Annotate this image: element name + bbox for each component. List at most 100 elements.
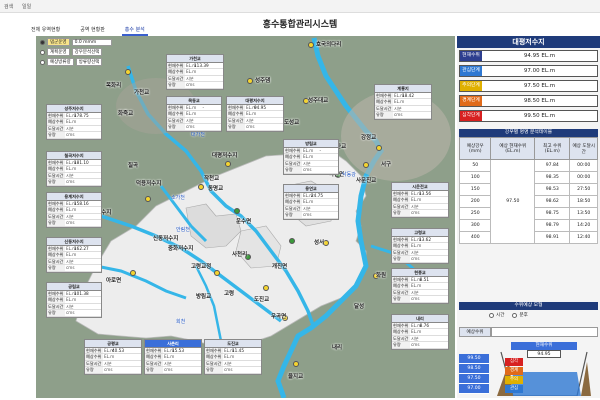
station-panel[interactable]: 용계저수지 현재수위 EL.m 158.16 예상수위 EL.m 도달시간 시분 유량 c… [46,192,102,228]
station-panel[interactable]: 계룡지 현재수위 EL.m 18.42 예상수위 EL.m 도달시간 시분 유량 cms [374,84,432,120]
level-current: 현재수위 94.95 EL.m [459,50,598,62]
station-panel[interactable]: 용연교 현재수위 EL.m 24.75 예상수위 EL.m 도달시간 시분 유량 cms [283,184,339,220]
station-panel[interactable]: 공평교 현재수위 EL.m 40.53 예상수위 EL.m 도달시간 시분 유량 cms [84,339,142,375]
toolbar-daily[interactable]: 일일 [22,3,31,10]
dam-level-attention: 관심 [505,385,523,393]
map-label: 도성교 [284,120,300,126]
station-marker[interactable] [308,42,314,48]
station-panel[interactable]: 내리 현재수위 EL.m 8.76 예상수위 EL.m 도달시간 시분 유량 cms [391,314,449,350]
dam-level-caution: 주의 [505,376,523,384]
station-marker-green[interactable] [289,238,295,244]
level-scale: 99.50 98.50 97.50 97.00 [459,354,489,394]
station-panel[interactable]: 고령교 현재수위 EL.m 13.62 예상수위 EL.m 도달시간 시분 유량 cms [391,228,449,264]
radio-minute[interactable] [512,312,518,318]
station-panel[interactable]: 칠곡저수지 현재수위 EL.m 181.10 예상수위 EL.m 도달시간 시분 유량 c… [46,151,102,187]
map-label: 도진교 [254,297,270,303]
radio-hour[interactable] [489,312,494,318]
release-select[interactable]: 방류량선택 [75,58,103,66]
station-marker[interactable] [247,78,253,84]
station-marker-green[interactable] [234,208,240,214]
table-row[interactable]: 50 97.50 97.84 00:00 [458,159,598,244]
map-label: 방림교 [196,294,212,300]
map-label: 우곡면 [271,314,287,320]
map-label: 서구 [381,162,392,168]
level-attention: 관심단계 97.00 EL.m [459,65,598,77]
forecast-level-value [491,327,598,337]
forecast-title: 수위예상 모형 [459,302,598,310]
map-label: 중화저수지 [168,246,194,252]
map-label: 운수면 [236,219,252,225]
station-marker[interactable] [293,361,299,367]
level-severe: 심각단계 99.50 EL.m [459,110,598,122]
station-marker[interactable] [376,145,382,151]
option-plan-ops[interactable]: 계획운영 강우분석선택 [40,48,103,56]
dam-caption: 현재수위 [511,342,577,350]
station-panel[interactable]: 사촌리 현재수위 EL.m 15.53 예상수위 EL.m 도달시간 시분 유량 cms [144,339,202,375]
top-toolbar: 검색 일일 [0,0,600,13]
station-marker[interactable] [363,162,369,168]
map-label: 성서 [314,240,325,246]
map-label: 화죽교 [118,111,134,117]
station-marker[interactable] [145,196,151,202]
station-marker[interactable] [198,184,204,190]
map-label: 아로면 [106,278,122,284]
analysis-table: 예상강우 (mm) 예상 현재수위 (EL.m) 최고 수위 (EL.m) 예상… [458,137,598,244]
tab-status-board[interactable]: 공역 현황판 [77,25,108,36]
map-label: 사문진교 [356,178,377,184]
col-current: 예상 현재수위 (EL.m) [490,137,536,160]
map-label: 호국의다리 [316,42,342,48]
forecast-options: 시간 분후 [459,312,598,318]
river-label: 회천 [176,319,186,325]
river-label: 낙동강 [342,172,356,178]
map-label: 고령 [224,291,235,297]
station-panel[interactable]: 시운전교 현재수위 EL.m 13.56 예상수위 EL.m 도달시간 시분 유량 cms [391,182,449,218]
station-panel[interactable]: 현풍교 현재수위 EL.m 8.51 예상수위 EL.m 도달시간 시분 유량 cms [391,268,449,304]
station-panel[interactable]: 신동저수지 현재수위 EL.m 162.27 예상수위 EL.m 도달시간 시분 유량 c… [46,237,102,273]
level-caution: 주의단계 97.50 EL.m [459,80,598,92]
reservoir-title: 대평저수지 [457,36,600,48]
station-panel[interactable]: 방림교 현재수위 EL.m - 예상수위 EL.m 도달시간 시분 유량 cms [283,139,339,175]
map-label: 달성 [354,304,365,310]
station-marker[interactable] [214,270,220,276]
map-area[interactable]: 호국의다리 성주댐 목화리 가천교 화죽교 성주대교 도성교 왜관교 칠곡 대평… [36,36,455,398]
station-panel[interactable]: 성주저수지 현재수위 EL.m 178.75 예상수위 EL.m 도달시간 시분 유량 c… [46,104,102,140]
map-label: 내리 [332,345,343,351]
river-label: 대가천 [191,132,205,138]
station-panel[interactable]: 가천교 현재수위 EL.m 113.39 예상수위 EL.m 도달시간 시분 유량 cms [166,54,224,90]
right-panel: 대평저수지 현재수위 94.95 EL.m 관심단계 97.00 EL.m 주의… [457,36,600,398]
map-label: 작천교 [204,176,220,182]
station-marker[interactable] [130,270,136,276]
dam-current-value: 94.95 [527,350,561,358]
level-warning: 경계단계 98.50 EL.m [459,95,598,107]
option-dam-ops[interactable]: 댐군운영 0.0 mmm [40,38,112,46]
map-label: 성주댐 [255,78,271,84]
map-label: 강정교 [361,135,377,141]
station-panel[interactable]: 공림교 현재수위 EL.m 101.38 예상수위 EL.m 도달시간 시분 유량 cms [46,282,102,318]
col-rain: 예상강우 (mm) [458,137,492,160]
rain-select[interactable]: 강우분석선택 [71,48,103,56]
option-release[interactable]: 예상방류량 방류량선택 [40,58,103,66]
toolbar-search[interactable]: 검색 [4,3,13,10]
tab-overview[interactable]: 전체 유역현황 [28,25,63,36]
station-marker[interactable] [263,285,269,291]
map-label: 목화리 [106,83,122,89]
map-label: 고령교정 [191,264,212,270]
map-label: 율지교 [288,374,304,380]
col-max: 최고 수위 (EL.m) [534,137,571,160]
tab-flood-analysis[interactable]: 홍수 분석 [121,25,148,36]
radio-dam-ops[interactable] [40,39,45,45]
station-panel[interactable]: 목동교 현재수위 EL.m - 예상수위 EL.m 도달시간 시분 유량 cms [166,96,222,132]
map-label: 신동저수지 [153,236,179,242]
radio-plan-ops[interactable] [40,49,45,55]
map-label: 성주대교 [308,98,329,104]
forecast-level-row: 예상수위 [459,327,598,337]
river-label: 안림천 [176,227,190,233]
map-label: 가천교 [134,90,150,96]
map-label: 대평저수지 [212,153,238,159]
station-panel[interactable]: 도진교 현재수위 EL.m 11.45 예상수위 EL.m 도달시간 시분 유량 cms [204,339,262,375]
station-marker[interactable] [225,161,231,167]
station-marker[interactable] [125,69,131,75]
radio-release[interactable] [40,59,45,65]
station-panel[interactable]: 대평저수지 현재수위 EL.m 94.95 예상수위 EL.m 도달시간 시분 유량 cm… [226,96,284,132]
map-label: 칠곡 [128,163,139,169]
